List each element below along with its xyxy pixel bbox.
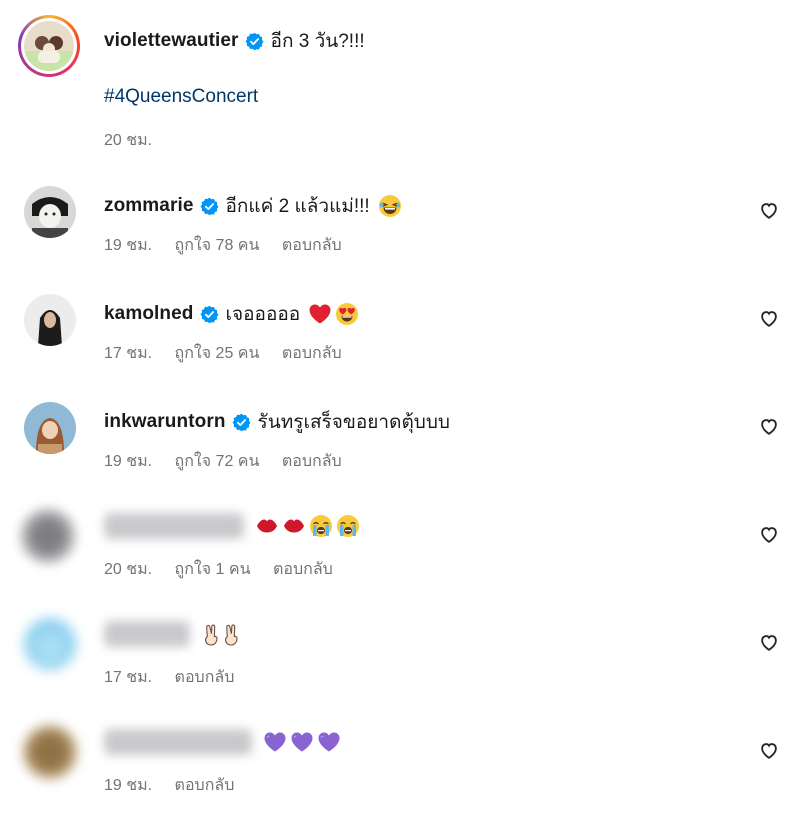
caption-text: อีก 3 วัน?!!! (270, 31, 365, 52)
reply-button[interactable]: ตอบกลับ (175, 669, 235, 686)
lips-emoji-icon (255, 514, 279, 538)
comment-item: kamolned เจอออออ 17 ชม. ถูกใจ 25 คน ตอบก… (0, 292, 800, 396)
comment-line: kamolned เจอออออ (104, 299, 359, 329)
verified-badge-icon (200, 197, 219, 216)
blurred-username[interactable] (104, 729, 252, 755)
likes-count-link[interactable]: ถูกใจ 25 คน (175, 345, 260, 362)
comment-line (104, 513, 360, 539)
reply-button[interactable]: ตอบกลับ (282, 345, 342, 362)
like-heart-icon[interactable] (758, 523, 780, 545)
comment-item: zommarie อีกแค่ 2 แล้วแม่!!! 19 ชม. ถูกใ… (0, 184, 800, 288)
like-heart-icon[interactable] (758, 631, 780, 653)
likes-count-link[interactable]: ถูกใจ 72 คน (175, 453, 260, 470)
like-heart-icon[interactable] (758, 739, 780, 761)
verified-badge-icon (245, 32, 264, 51)
avatar[interactable] (22, 510, 74, 562)
avatar[interactable] (24, 726, 76, 778)
blurred-username[interactable] (104, 513, 244, 539)
hashtag-link[interactable]: #4QueensConcert (104, 86, 258, 108)
comment-meta: 19 ชม. ตอบกลับ (104, 773, 252, 798)
timestamp[interactable]: 19 ชม. (104, 453, 152, 470)
reply-button[interactable]: ตอบกลับ (282, 237, 342, 254)
timestamp[interactable]: 17 ชม. (104, 669, 152, 686)
comment-meta: 19 ชม. ถูกใจ 78 คน ตอบกลับ (104, 233, 360, 258)
purple-heart-emoji-icon (263, 730, 287, 754)
like-heart-icon[interactable] (758, 307, 780, 329)
reply-button[interactable]: ตอบกลับ (282, 453, 342, 470)
crying-face-emoji-icon (309, 514, 333, 538)
avatar[interactable] (24, 186, 76, 238)
heart-eyes-face-emoji-icon (335, 302, 359, 326)
username[interactable]: violettewautier (104, 30, 239, 52)
timestamp[interactable]: 19 ชม. (104, 777, 152, 794)
comment-text: เจอออออ (225, 304, 301, 325)
purple-heart-emoji-icon (317, 730, 341, 754)
likes-count-link[interactable]: ถูกใจ 1 คน (175, 561, 251, 578)
blurred-username[interactable] (104, 621, 190, 647)
post-caption: violettewautier อีก 3 วัน?!!! #4QueensCo… (0, 0, 800, 160)
timestamp[interactable]: 19 ชม. (104, 237, 152, 254)
reply-button[interactable]: ตอบกลับ (273, 561, 333, 578)
comment-item: inkwaruntorn รันทรูเสร็จขอยาดตุ้บบบ 19 ช… (0, 400, 800, 504)
victory-hand-emoji-icon (221, 622, 245, 646)
reply-button[interactable]: ตอบกลับ (175, 777, 235, 794)
comment-line (104, 621, 245, 647)
comment-item: 20 ชม. ถูกใจ 1 คน ตอบกลับ (0, 508, 800, 612)
username[interactable]: inkwaruntorn (104, 411, 226, 433)
username[interactable]: kamolned (104, 303, 194, 325)
avatar[interactable] (24, 294, 76, 346)
timestamp[interactable]: 20 ชม. (104, 561, 152, 578)
comment-meta: 19 ชม. ถูกใจ 72 คน ตอบกลับ (104, 449, 360, 474)
avatar[interactable] (24, 402, 76, 454)
timestamp[interactable]: 17 ชม. (104, 345, 152, 362)
comment-line: zommarie อีกแค่ 2 แล้วแม่!!! (104, 191, 402, 221)
laughing-face-emoji-icon (378, 194, 402, 218)
avatar[interactable] (24, 618, 76, 670)
comment-line (104, 729, 341, 755)
timestamp[interactable]: 20 ชม. (104, 132, 152, 149)
comment-item: 19 ชม. ตอบกลับ (0, 724, 800, 828)
comment-line: inkwaruntorn รันทรูเสร็จขอยาดตุ้บบบ (104, 407, 450, 437)
comment-meta: 20 ชม. ถูกใจ 1 คน ตอบกลับ (104, 557, 351, 582)
purple-heart-emoji-icon (290, 730, 314, 754)
comment-item: 17 ชม. ตอบกลับ (0, 616, 800, 720)
caption-line: violettewautier อีก 3 วัน?!!! (104, 26, 365, 56)
caption-meta: 20 ชม. (104, 128, 170, 153)
story-ring[interactable] (18, 15, 80, 77)
comment-text: รันทรูเสร็จขอยาดตุ้บบบ (257, 412, 450, 433)
verified-badge-icon (200, 305, 219, 324)
comment-meta: 17 ชม. ถูกใจ 25 คน ตอบกลับ (104, 341, 360, 366)
like-heart-icon[interactable] (758, 199, 780, 221)
lips-emoji-icon (282, 514, 306, 538)
comment-text: อีกแค่ 2 แล้วแม่!!! (225, 196, 370, 217)
verified-badge-icon (232, 413, 251, 432)
red-heart-emoji-icon (308, 302, 332, 326)
comment-meta: 17 ชม. ตอบกลับ (104, 665, 252, 690)
like-heart-icon[interactable] (758, 415, 780, 437)
likes-count-link[interactable]: ถูกใจ 78 คน (175, 237, 260, 254)
avatar[interactable] (24, 21, 74, 71)
crying-face-emoji-icon (336, 514, 360, 538)
username[interactable]: zommarie (104, 195, 194, 217)
